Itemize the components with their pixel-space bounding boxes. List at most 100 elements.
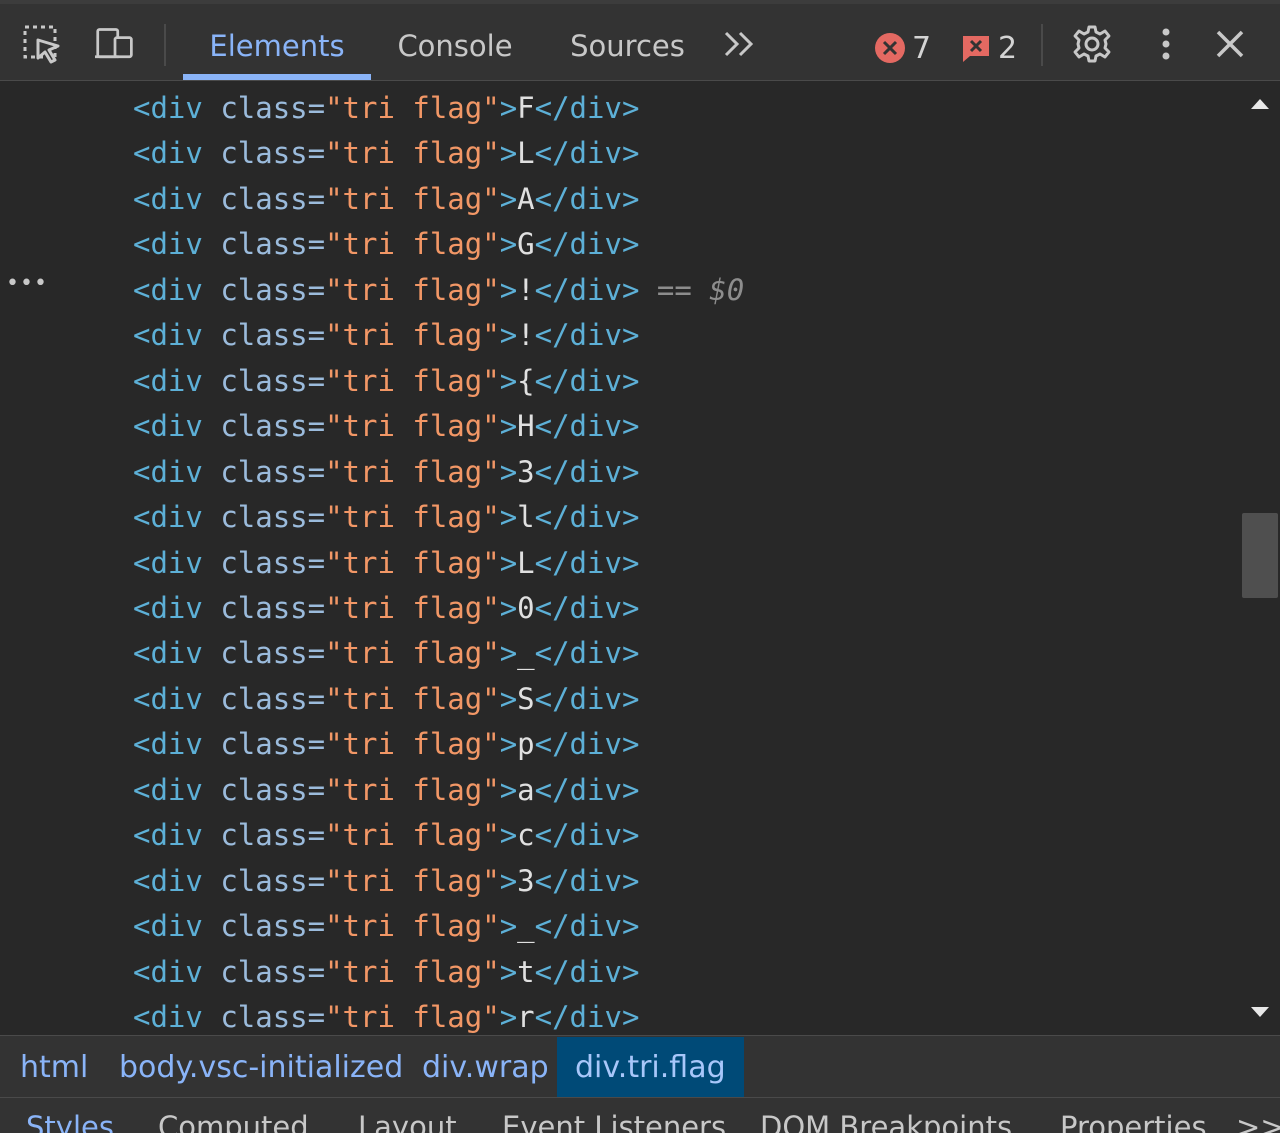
dom-node-line[interactable]: <div class="tri flag">H</div> <box>133 404 639 449</box>
breadcrumb-div-tri-flag[interactable]: div.tri.flag <box>557 1037 744 1097</box>
tag-bracket: > <box>499 590 518 625</box>
active-tab-indicator <box>183 74 371 80</box>
attr-name: class <box>220 91 308 125</box>
dom-node-line[interactable]: <div class="tri flag">l</div> <box>133 495 639 540</box>
node-text: t <box>517 954 535 989</box>
tag-bracket: > <box>499 272 518 307</box>
tag-open: <div <box>133 863 203 898</box>
tag-close: </div> <box>534 909 640 944</box>
equals: = <box>307 681 326 716</box>
dom-node-line[interactable]: <div class="tri flag">3</div> <box>133 450 639 495</box>
dom-node-line[interactable]: <div class="tri flag">!</div> == $0 <box>133 268 744 313</box>
tag-close: </div> <box>534 590 640 625</box>
node-text: r <box>517 1000 535 1034</box>
dom-node-line[interactable]: <div class="tri flag">0</div> <box>133 586 639 631</box>
equals: = <box>307 545 326 580</box>
issue-counter[interactable]: 2 <box>960 26 1017 70</box>
attr-name: class <box>220 636 308 671</box>
dom-node-line[interactable]: <div class="tri flag">c</div> <box>133 813 639 858</box>
dom-node-line[interactable]: <div class="tri flag">{</div> <box>133 359 639 404</box>
scroll-down-arrow-icon[interactable] <box>1250 1004 1270 1023</box>
devtools-toolbar: Elements Console Sources 7 2 <box>0 4 1280 81</box>
attr-value: "tri flag" <box>325 818 500 853</box>
tab-sources[interactable]: Sources <box>555 4 700 80</box>
chevron-double-right-icon[interactable] <box>720 24 760 64</box>
node-text: _ <box>517 636 535 671</box>
dom-node-line[interactable]: <div class="tri flag">p</div> <box>133 722 639 767</box>
dom-node-line[interactable]: <div class="tri flag">3</div> <box>133 859 639 904</box>
error-counter[interactable]: 7 <box>874 26 931 70</box>
tag-close: </div> <box>534 136 640 171</box>
tag-close: </div> <box>534 636 640 671</box>
tag-bracket: > <box>499 681 518 716</box>
dom-node-line[interactable]: <div class="tri flag">A</div> <box>133 177 639 222</box>
tag-close: </div> <box>534 181 640 216</box>
more-panes-chevron-icon[interactable]: >> <box>1236 1110 1280 1133</box>
tag-close: </div> <box>534 954 640 989</box>
kebab-menu-icon[interactable] <box>1146 24 1186 64</box>
tag-close: </div> <box>534 1000 640 1034</box>
dom-node-line[interactable]: <div class="tri flag">t</div> <box>133 950 639 995</box>
tag-bracket: > <box>499 318 518 353</box>
error-circle-icon <box>874 32 906 64</box>
dom-node-line[interactable]: <div class="tri flag">_</div> <box>133 631 639 676</box>
tab-layout[interactable]: Layout <box>358 1110 457 1133</box>
tag-open: <div <box>133 500 203 535</box>
tab-elements[interactable]: Elements <box>183 4 371 80</box>
node-actions-ellipsis[interactable]: ••• <box>6 271 48 296</box>
sidebar-pane-tabs: Styles Computed Layout Event Listeners D… <box>0 1097 1280 1133</box>
equals: = <box>307 1000 326 1034</box>
attr-value: "tri flag" <box>325 91 500 125</box>
tag-bracket: > <box>499 909 518 944</box>
tag-close: </div> <box>534 227 640 262</box>
vertical-scrollbar[interactable] <box>1240 82 1280 1035</box>
tag-close: </div> <box>534 772 640 807</box>
attr-name: class <box>220 681 308 716</box>
equals: = <box>307 409 326 444</box>
close-icon[interactable] <box>1210 24 1250 64</box>
dom-node-line[interactable]: <div class="tri flag">_</div> <box>133 904 639 949</box>
dom-node-line[interactable]: <div class="tri flag">L</div> <box>133 131 639 176</box>
tab-computed[interactable]: Computed <box>158 1110 309 1133</box>
attr-name: class <box>220 1000 308 1034</box>
gear-icon[interactable] <box>1072 24 1112 64</box>
attr-name: class <box>220 227 308 262</box>
tag-bracket: > <box>499 863 518 898</box>
dom-node-line[interactable]: <div class="tri flag">S</div> <box>133 677 639 722</box>
equals: = <box>307 863 326 898</box>
dom-node-line[interactable]: <div class="tri flag">F</div> <box>133 86 639 131</box>
tab-console[interactable]: Console <box>380 4 530 80</box>
scrollbar-thumb[interactable] <box>1242 513 1278 598</box>
scroll-up-arrow-icon[interactable] <box>1250 96 1270 115</box>
tag-bracket: > <box>499 227 518 262</box>
tag-open: <div <box>133 1000 203 1034</box>
tag-open: <div <box>133 636 203 671</box>
breadcrumb-div-wrap[interactable]: div.wrap <box>404 1037 567 1097</box>
attr-value: "tri flag" <box>325 590 500 625</box>
attr-value: "tri flag" <box>325 545 500 580</box>
equals: = <box>307 954 326 989</box>
device-toolbar-icon[interactable] <box>95 24 135 64</box>
tag-bracket: > <box>499 954 518 989</box>
inspect-element-icon[interactable] <box>22 24 62 64</box>
dom-node-line[interactable]: <div class="tri flag">!</div> <box>133 313 639 358</box>
dom-node-line[interactable]: <div class="tri flag">G</div> <box>133 222 639 267</box>
breadcrumb-body[interactable]: body.vsc-initialized <box>101 1037 421 1097</box>
equals: = <box>307 590 326 625</box>
tab-properties[interactable]: Properties <box>1060 1110 1207 1133</box>
dom-tree[interactable]: ••• <div class="tri flag">F</div> <div cl… <box>0 82 1240 1035</box>
breadcrumb-html[interactable]: html <box>2 1037 106 1097</box>
dom-node-line[interactable]: <div class="tri flag">L</div> <box>133 541 639 586</box>
tab-event-listeners[interactable]: Event Listeners <box>502 1110 726 1133</box>
tab-dom-breakpoints[interactable]: DOM Breakpoints <box>760 1110 1012 1133</box>
tab-styles[interactable]: Styles <box>26 1110 114 1133</box>
attr-name: class <box>220 181 308 216</box>
dom-node-line[interactable]: <div class="tri flag">r</div> <box>133 995 639 1035</box>
dom-node-line[interactable]: <div class="tri flag">a</div> <box>133 768 639 813</box>
